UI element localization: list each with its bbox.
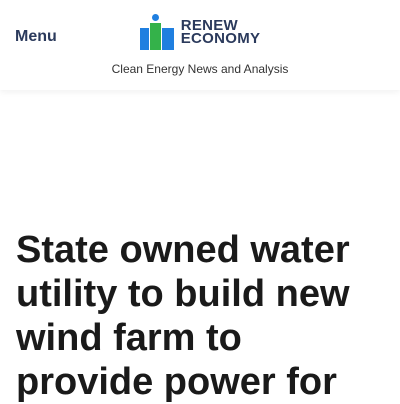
site-header: Menu RENEW ECONOMY Clean Energy News and… <box>0 0 400 90</box>
site-logo: RENEW ECONOMY <box>139 14 261 50</box>
site-tagline: Clean Energy News and Analysis <box>111 62 289 76</box>
menu-button[interactable]: Menu <box>15 28 57 46</box>
logo-word-economy: ECONOMY <box>180 30 261 47</box>
renew-economy-logo-icon <box>139 14 174 50</box>
article-title: State owned water utility to build new w… <box>16 229 350 403</box>
logo-wordmark: RENEW ECONOMY <box>180 18 261 47</box>
site-logo-link[interactable]: RENEW ECONOMY Clean Energy News and Anal… <box>100 14 300 76</box>
